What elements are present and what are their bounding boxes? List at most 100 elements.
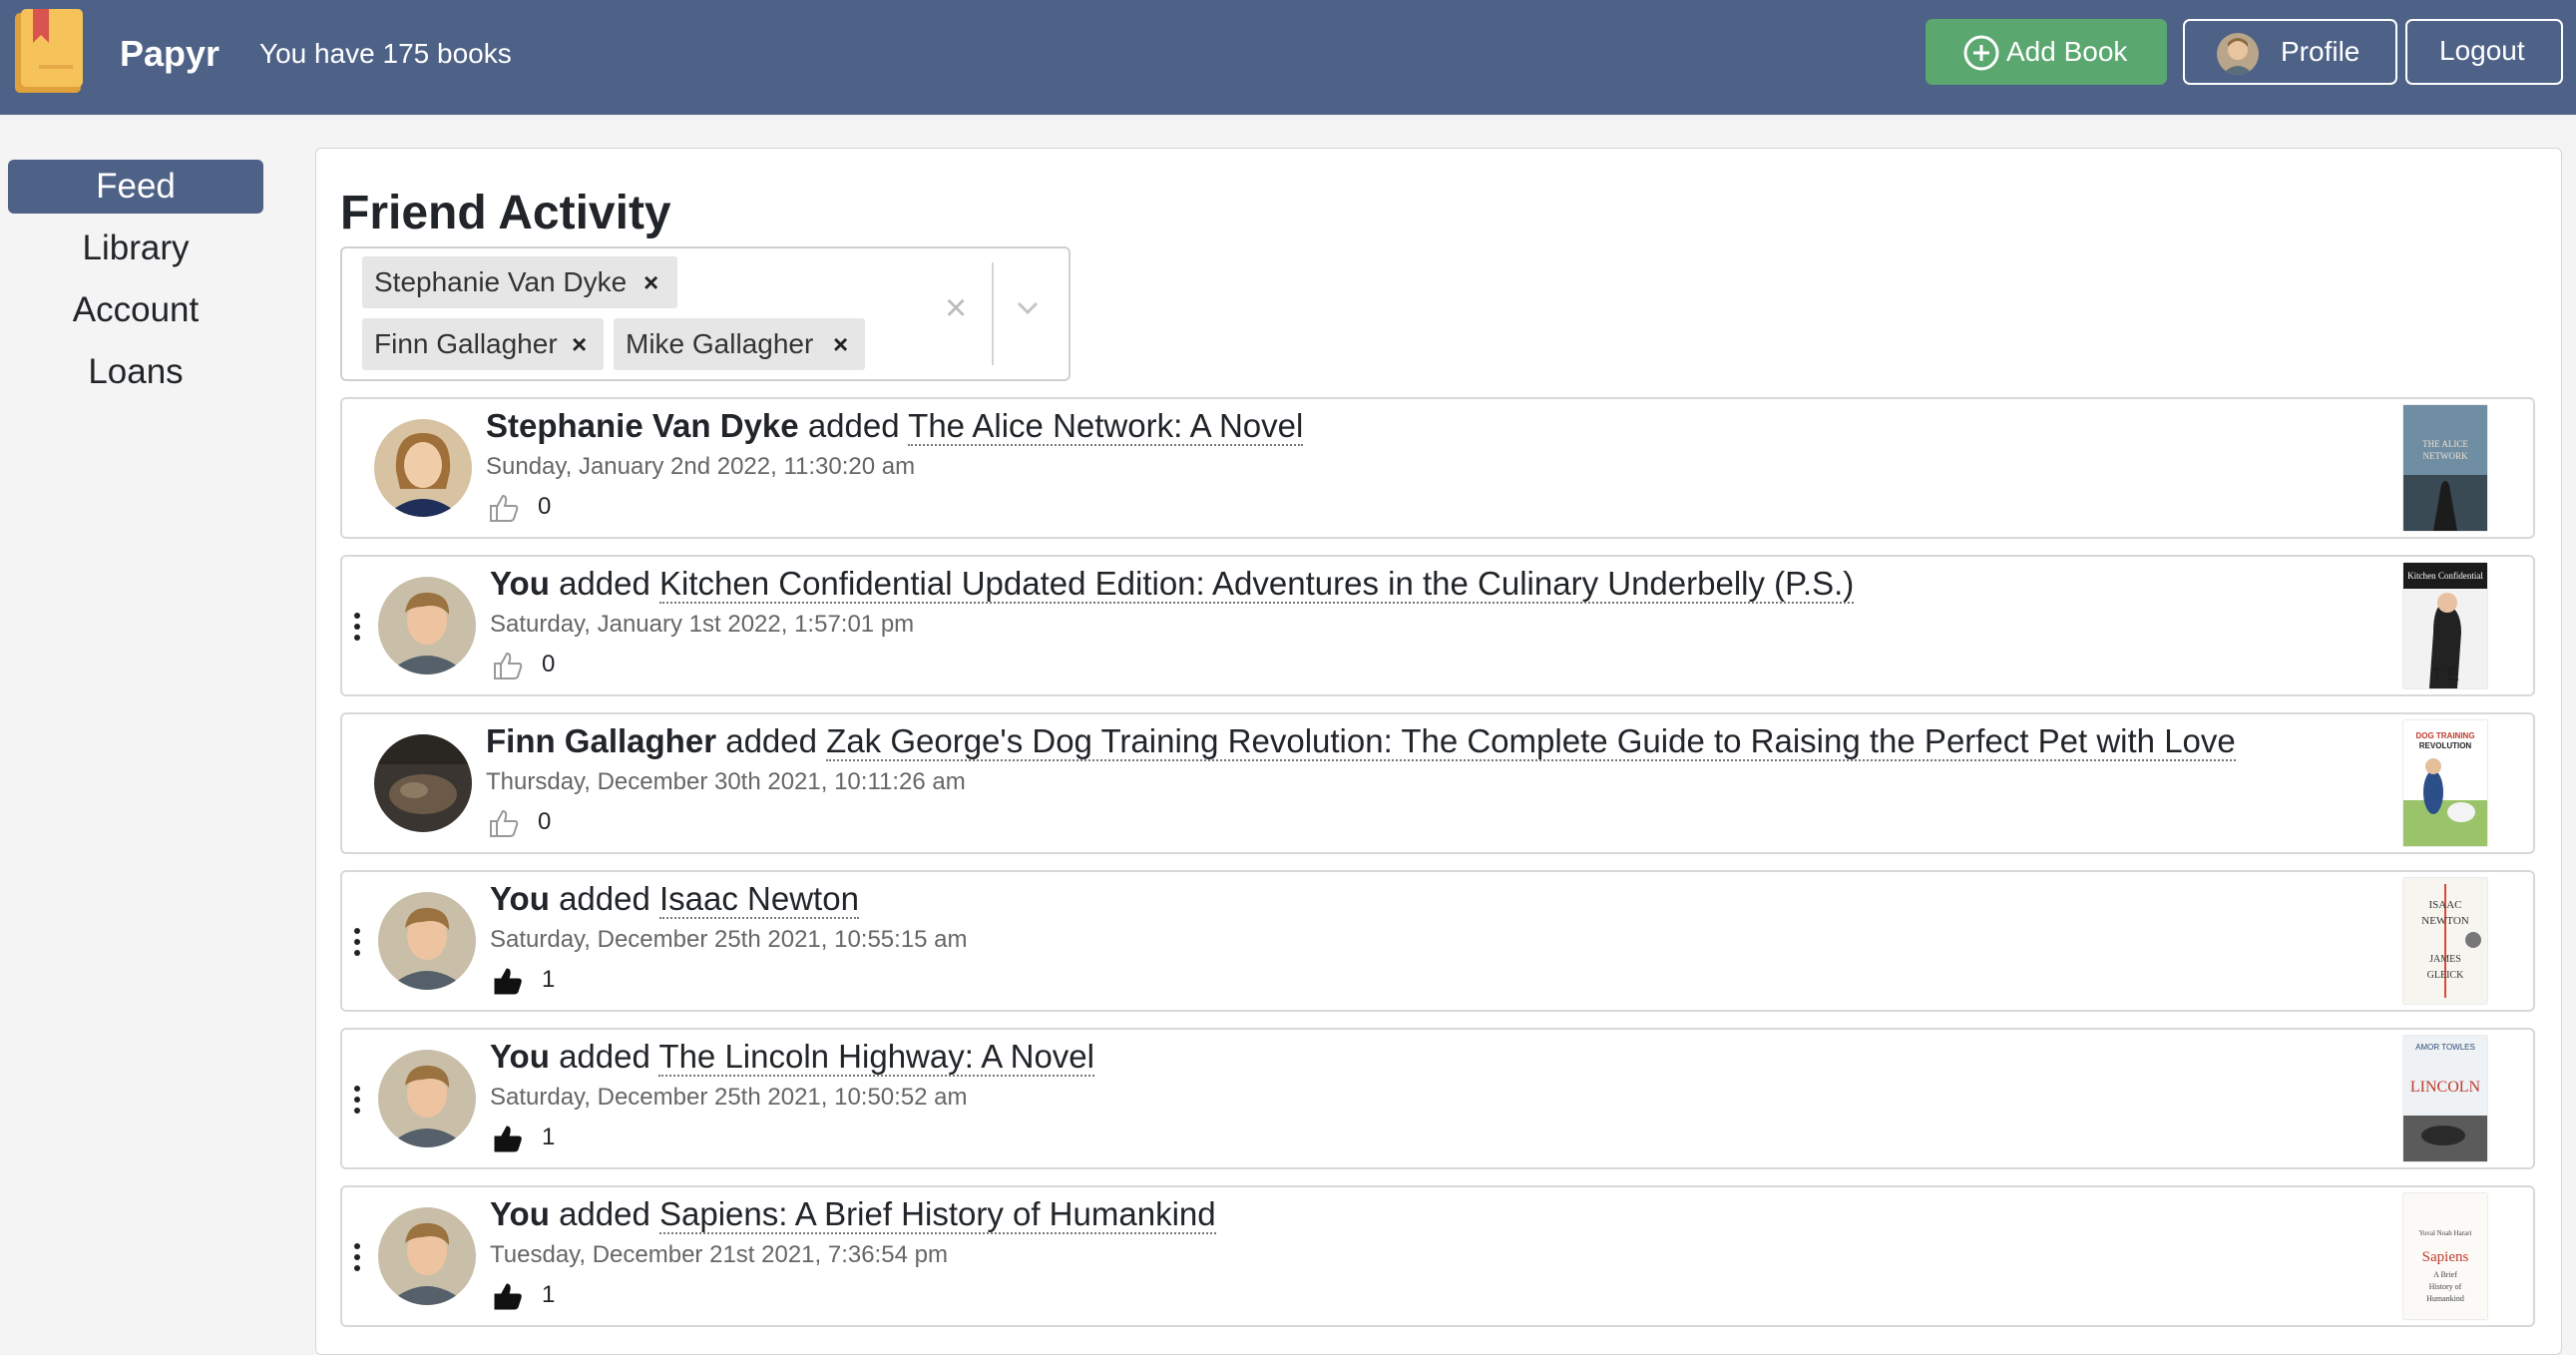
actor-name[interactable]: You	[490, 880, 550, 917]
thumbs-up-icon[interactable]	[492, 650, 524, 681]
plus-circle-icon	[1963, 35, 1999, 71]
like-count: 0	[538, 493, 552, 520]
like-count: 0	[542, 651, 556, 678]
activity-timestamp: Saturday, January 1st 2022, 1:57:01 pm	[490, 611, 915, 638]
app-name[interactable]: Papyr	[120, 30, 219, 78]
action-verb: added	[559, 1195, 650, 1232]
filter-chip-label: Mike Gallagher	[626, 328, 814, 359]
book-cover-image[interactable]: Yuval Noah Harari Sapiens A Brief Histor…	[2403, 1193, 2487, 1319]
feed-item: Finn Gallagher added Zak George's Dog Tr…	[340, 712, 2535, 854]
sidebar-item-feed[interactable]: Feed	[8, 160, 263, 214]
avatar[interactable]	[378, 1050, 476, 1147]
svg-text:Sapiens: Sapiens	[2422, 1249, 2469, 1265]
svg-text:AMOR TOWLES: AMOR TOWLES	[2415, 1043, 2475, 1052]
svg-text:History of: History of	[2429, 1282, 2462, 1291]
avatar[interactable]	[378, 577, 476, 675]
actor-name[interactable]: Stephanie Van Dyke	[486, 407, 799, 444]
feed-item: You added Kitchen Confidential Updated E…	[340, 555, 2535, 696]
filter-chip: Mike Gallagher ×	[614, 318, 865, 370]
sidebar-item-library[interactable]: Library	[8, 222, 263, 275]
svg-text:GLEICK: GLEICK	[2427, 970, 2464, 981]
like-count: 1	[542, 1124, 556, 1150]
book-cover-image[interactable]: DOG TRAINING REVOLUTION	[2403, 720, 2487, 846]
actor-name[interactable]: You	[490, 565, 550, 602]
vertical-ellipsis-icon[interactable]	[354, 928, 362, 962]
thumbs-up-icon[interactable]	[488, 492, 520, 524]
add-book-label: Add Book	[2006, 36, 2128, 67]
svg-text:Humankind: Humankind	[2426, 1294, 2464, 1303]
activity-timestamp: Thursday, December 30th 2021, 10:11:26 a…	[486, 768, 966, 795]
action-verb: added	[807, 407, 900, 444]
avatar[interactable]	[378, 1207, 476, 1305]
thumbs-up-icon[interactable]	[492, 965, 524, 997]
actor-name[interactable]: You	[490, 1038, 550, 1075]
svg-text:A Brief: A Brief	[2433, 1270, 2457, 1279]
book-title-link[interactable]: Zak George's Dog Training Revolution: Th…	[826, 722, 2236, 761]
book-cover-image[interactable]: Kitchen Confidential T E	[2403, 563, 2487, 688]
activity-timestamp: Sunday, January 2nd 2022, 11:30:20 am	[486, 453, 916, 480]
actor-name[interactable]: Finn Gallagher	[486, 722, 716, 759]
avatar[interactable]	[374, 734, 472, 832]
svg-text:JAMES: JAMES	[2429, 954, 2461, 965]
book-cover-image[interactable]: ISAAC NEWTON JAMES GLEICK	[2403, 878, 2487, 1004]
thumbs-up-icon[interactable]	[492, 1123, 524, 1154]
filter-chip: Finn Gallagher ×	[362, 318, 604, 370]
feed-item: Stephanie Van Dyke added The Alice Netwo…	[340, 397, 2535, 539]
book-title-link[interactable]: The Alice Network: A Novel	[908, 407, 1304, 446]
remove-chip-icon[interactable]: ×	[572, 318, 587, 370]
action-verb: added	[559, 1038, 650, 1075]
sidebar-item-loans[interactable]: Loans	[8, 345, 263, 399]
filter-chip: Stephanie Van Dyke ×	[362, 256, 677, 308]
svg-text:NETWORK: NETWORK	[2423, 451, 2468, 461]
profile-label: Profile	[2281, 36, 2361, 67]
book-title-link[interactable]: The Lincoln Highway: A Novel	[658, 1038, 1094, 1077]
vertical-ellipsis-icon[interactable]	[354, 1243, 362, 1277]
svg-text:ISAAC: ISAAC	[2428, 899, 2461, 911]
feed-item: You added The Lincoln Highway: A Novel S…	[340, 1028, 2535, 1169]
book-cover-image[interactable]: AMOR TOWLES LINCOLN	[2403, 1036, 2487, 1161]
sidebar-item-account[interactable]: Account	[8, 283, 263, 337]
page-title: Friend Activity	[340, 187, 671, 239]
book-title-link[interactable]: Sapiens: A Brief History of Humankind	[659, 1195, 1216, 1234]
top-navbar: Papyr You have 175 books Add Book Profil…	[0, 0, 2576, 115]
svg-text:T E: T E	[2431, 665, 2459, 684]
action-verb: added	[559, 565, 650, 602]
book-title-link[interactable]: Kitchen Confidential Updated Edition: Ad…	[659, 565, 1855, 604]
thumbs-up-icon[interactable]	[488, 807, 520, 839]
logout-button[interactable]: Logout	[2405, 19, 2563, 85]
book-count-text: You have 175 books	[259, 38, 512, 69]
book-logo-icon[interactable]	[13, 7, 85, 95]
avatar[interactable]	[374, 419, 472, 517]
activity-timestamp: Saturday, December 25th 2021, 10:55:15 a…	[490, 926, 968, 953]
sidebar: Feed Library Account Loans	[8, 160, 263, 407]
filter-chip-label: Stephanie Van Dyke	[374, 266, 628, 297]
chevron-down-icon[interactable]	[1016, 300, 1040, 316]
svg-text:DOG TRAINING: DOG TRAINING	[2415, 731, 2474, 740]
svg-text:REVOLUTION: REVOLUTION	[2419, 741, 2472, 750]
vertical-ellipsis-icon[interactable]	[354, 613, 362, 647]
add-book-button[interactable]: Add Book	[1926, 19, 2167, 85]
book-cover-image[interactable]: THE ALICE NETWORK	[2403, 405, 2487, 531]
like-count: 0	[538, 808, 552, 835]
profile-button[interactable]: Profile	[2183, 19, 2397, 85]
filter-chip-label: Finn Gallagher	[374, 328, 558, 359]
remove-chip-icon[interactable]: ×	[833, 318, 848, 370]
thumbs-up-icon[interactable]	[492, 1280, 524, 1312]
clear-filter-icon[interactable]: ×	[945, 288, 967, 328]
book-title-link[interactable]: Isaac Newton	[659, 880, 859, 919]
activity-timestamp: Saturday, December 25th 2021, 10:50:52 a…	[490, 1084, 968, 1111]
feed-item: You added Isaac Newton Saturday, Decembe…	[340, 870, 2535, 1012]
remove-chip-icon[interactable]: ×	[644, 256, 658, 308]
svg-text:THE ALICE: THE ALICE	[2422, 439, 2468, 449]
friend-filter-select[interactable]: Stephanie Van Dyke × Finn Gallagher × Mi…	[340, 246, 1071, 381]
svg-text:NEWTON: NEWTON	[2421, 915, 2469, 927]
action-verb: added	[559, 880, 650, 917]
avatar[interactable]	[378, 892, 476, 990]
avatar	[2217, 33, 2259, 75]
action-verb: added	[725, 722, 817, 759]
svg-text:Kitchen Confidential: Kitchen Confidential	[2407, 571, 2483, 581]
actor-name[interactable]: You	[490, 1195, 550, 1232]
logout-label: Logout	[2439, 35, 2525, 66]
like-count: 1	[542, 1281, 556, 1308]
vertical-ellipsis-icon[interactable]	[354, 1086, 362, 1120]
